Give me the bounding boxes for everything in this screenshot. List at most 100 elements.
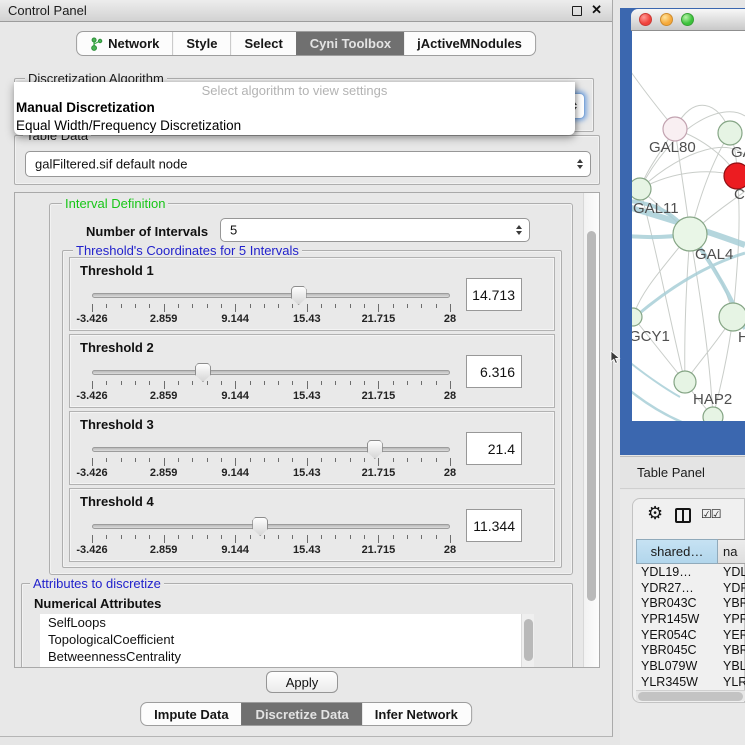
tab-discretize-data[interactable]: Discretize Data: [242, 703, 362, 725]
dropdown-prompt: Select algorithm to view settings: [14, 82, 575, 99]
network-node[interactable]: [703, 407, 723, 421]
network-canvas[interactable]: GAL80GACGAL11GAL4GCY1HHAP2: [632, 31, 745, 421]
apply-button[interactable]: Apply: [266, 671, 338, 693]
tick-label: 28: [444, 467, 456, 479]
minimize-window-icon[interactable]: [660, 13, 673, 26]
column-header-shared-name[interactable]: shared…: [636, 539, 718, 564]
cell-shared-name[interactable]: YLR345W: [636, 675, 718, 689]
cell-shared-name[interactable]: YDL19…: [636, 565, 718, 579]
settings-vertical-scrollbar[interactable]: [583, 193, 599, 667]
attributes-list-scrollbar[interactable]: [521, 614, 534, 668]
dropdown-option-manual-discretization[interactable]: Manual Discretization: [14, 99, 575, 117]
attributes-group: Attributes to discretize Numerical Attri…: [21, 583, 573, 668]
tick-label: 28: [444, 313, 456, 325]
tick-label: 15.43: [293, 313, 321, 325]
table-row[interactable]: YDL19…YDL1: [636, 564, 745, 580]
float-window-icon[interactable]: [572, 6, 582, 16]
table-horizontal-scrollbar[interactable]: [636, 690, 745, 701]
slider-tick-labels: -3.4262.8599.14415.4321.71528: [92, 544, 450, 556]
cell-name[interactable]: YDR2: [718, 581, 745, 595]
numerical-attributes-list[interactable]: SelfLoopsTopologicalCoefficientBetweenne…: [40, 614, 534, 668]
cell-name[interactable]: YPR1: [718, 612, 745, 626]
table-row[interactable]: YPR145WYPR1: [636, 611, 745, 627]
tick-label: 9.144: [221, 544, 249, 556]
slider-track[interactable]: [92, 447, 450, 452]
table-row[interactable]: YBR043CYBR0: [636, 595, 745, 611]
scrollbar-thumb[interactable]: [587, 231, 596, 601]
cell-shared-name[interactable]: YBL079W: [636, 659, 718, 673]
node-table: shared… na YDL19…YDL1YDR27…YDR2YBR043CYB…: [636, 539, 745, 702]
tab-impute-data[interactable]: Impute Data: [141, 703, 241, 725]
scrollbar-thumb[interactable]: [524, 619, 533, 661]
number-of-intervals-combobox[interactable]: 5: [220, 218, 530, 242]
table-row[interactable]: YER054CYER0: [636, 627, 745, 643]
slider-knob[interactable]: [195, 363, 211, 382]
attribute-item[interactable]: TopologicalCoefficient: [40, 631, 534, 648]
close-window-icon[interactable]: [639, 13, 652, 26]
cell-name[interactable]: YBR0: [718, 643, 745, 657]
cell-shared-name[interactable]: YPR145W: [636, 612, 718, 626]
threshold-slider[interactable]: -3.4262.8599.14415.4321.71528: [92, 362, 450, 396]
table-row[interactable]: YBR045CYBR0: [636, 642, 745, 658]
cell-shared-name[interactable]: YBR043C: [636, 596, 718, 610]
numerical-attributes-label: Numerical Attributes: [34, 596, 161, 611]
close-panel-icon[interactable]: ✕: [591, 2, 602, 18]
threshold-label: Threshold 2: [80, 340, 154, 355]
threshold-value-field[interactable]: 14.713: [466, 278, 522, 311]
cell-name[interactable]: YLR3: [718, 675, 745, 689]
tab-cyni-toolbox[interactable]: Cyni Toolbox: [296, 32, 404, 55]
slider-track[interactable]: [92, 370, 450, 375]
tab-style[interactable]: Style: [172, 32, 230, 55]
tab-infer-network[interactable]: Infer Network: [362, 703, 471, 725]
threshold-value-field[interactable]: 21.4: [466, 432, 522, 465]
cell-name[interactable]: YER0: [718, 628, 745, 642]
table-row[interactable]: YBL079WYBL0: [636, 658, 745, 674]
attribute-item[interactable]: BetweennessCentrality: [40, 648, 534, 665]
cell-shared-name[interactable]: YER054C: [636, 628, 718, 642]
gear-icon[interactable]: ⚙: [647, 503, 663, 524]
node-label: GCY1: [632, 328, 670, 345]
columns-icon[interactable]: [675, 508, 691, 523]
select-checkboxes-icon[interactable]: ☑☑: [701, 507, 721, 521]
cell-name[interactable]: YDL1: [718, 565, 745, 579]
threshold-value-field[interactable]: 11.344: [466, 509, 522, 542]
cell-shared-name[interactable]: YDR27…: [636, 581, 718, 595]
threshold-panel: Threshold 2 -3.4262.8599.14415.4321.7152…: [69, 334, 555, 408]
table-data-combobox[interactable]: galFiltered.sif default node: [25, 151, 591, 177]
dropdown-option-equal-width-frequency[interactable]: Equal Width/Frequency Discretization: [14, 117, 575, 135]
table-row[interactable]: YLR345WYLR3: [636, 674, 745, 690]
cell-shared-name[interactable]: YBR045C: [636, 643, 718, 657]
column-header-name[interactable]: na: [718, 539, 745, 564]
threshold-slider[interactable]: -3.4262.8599.14415.4321.71528: [92, 516, 450, 550]
tick-label: 21.715: [362, 390, 396, 402]
table-row[interactable]: YDR27…YDR2: [636, 580, 745, 596]
tick-label: 2.859: [150, 467, 178, 479]
slider-knob[interactable]: [291, 286, 307, 305]
slider-knob[interactable]: [367, 440, 383, 459]
cell-name[interactable]: YBR0: [718, 596, 745, 610]
network-node[interactable]: [663, 117, 687, 141]
slider-knob[interactable]: [252, 517, 268, 536]
top-tabbar: Network Style Select Cyni Toolbox jActiv…: [76, 31, 536, 56]
threshold-slider[interactable]: -3.4262.8599.14415.4321.71528: [92, 439, 450, 473]
network-node[interactable]: [632, 178, 651, 200]
slider-track[interactable]: [92, 293, 450, 298]
number-of-intervals-value: 5: [230, 223, 237, 238]
threshold-label: Threshold 1: [80, 263, 154, 278]
network-node[interactable]: [718, 121, 742, 145]
tab-jactivemnodules[interactable]: jActiveMNodules: [404, 32, 535, 55]
network-node[interactable]: [719, 303, 745, 331]
network-window-titlebar[interactable]: [631, 9, 745, 31]
network-node[interactable]: [674, 371, 696, 393]
tab-select[interactable]: Select: [230, 32, 295, 55]
threshold-value-field[interactable]: 6.316: [466, 355, 522, 388]
tab-network[interactable]: Network: [77, 32, 172, 55]
threshold-slider[interactable]: -3.4262.8599.14415.4321.71528: [92, 285, 450, 319]
attribute-item[interactable]: SelfLoops: [40, 614, 534, 631]
scrollbar-thumb[interactable]: [638, 692, 743, 701]
cell-name[interactable]: YBL0: [718, 659, 745, 673]
zoom-window-icon[interactable]: [681, 13, 694, 26]
tick-label: 28: [444, 544, 456, 556]
slider-track[interactable]: [92, 524, 450, 529]
node-label: GAL11: [633, 200, 679, 217]
